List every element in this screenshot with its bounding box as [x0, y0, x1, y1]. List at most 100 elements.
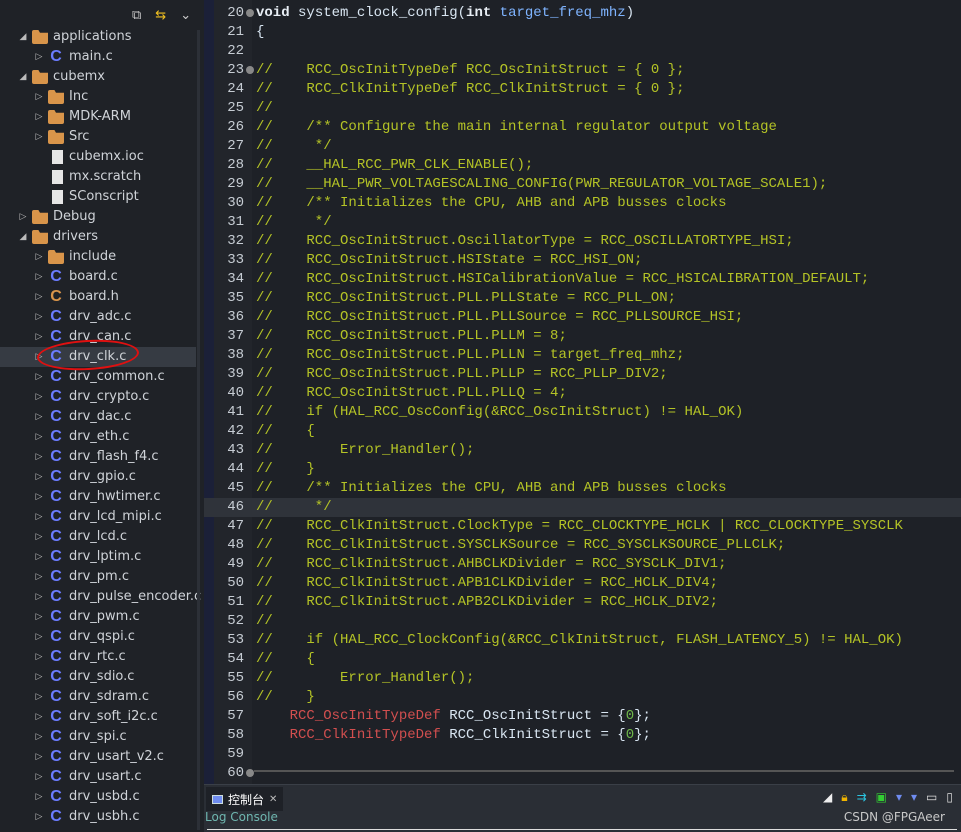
tree-item[interactable]: SConscript: [0, 187, 196, 207]
tree-item[interactable]: ▷ Cdrv_dac.c: [0, 407, 196, 427]
tree-item[interactable]: ▷ Src: [0, 127, 196, 147]
code-line[interactable]: 30 // /** Initializes the CPU, AHB and AP…: [204, 194, 961, 213]
code-line[interactable]: 40 // RCC_OscInitStruct.PLL.PLLQ = 4;: [204, 384, 961, 403]
code-line[interactable]: 36 // RCC_OscInitStruct.PLL.PLLSource = R…: [204, 308, 961, 327]
tree-item[interactable]: ▷ Inc: [0, 87, 196, 107]
tree-item[interactable]: ◢ cubemx: [0, 67, 196, 87]
collapsed-arrow-icon[interactable]: ▷: [34, 307, 44, 327]
code-line[interactable]: 38 // RCC_OscInitStruct.PLL.PLLN = target…: [204, 346, 961, 365]
collapsed-arrow-icon[interactable]: ▷: [34, 627, 44, 647]
collapsed-arrow-icon[interactable]: ▷: [34, 387, 44, 407]
collapsed-arrow-icon[interactable]: ▷: [34, 767, 44, 787]
code-line[interactable]: 52 //: [204, 612, 961, 631]
code-line[interactable]: 27 // */: [204, 137, 961, 156]
horizontal-scrollbar[interactable]: [254, 770, 954, 772]
tree-item[interactable]: ▷ Cdrv_lcd.c: [0, 527, 196, 547]
code-line[interactable]: 20 void system_clock_config(int target_fr…: [204, 4, 961, 23]
code-line[interactable]: 58 RCC_ClkInitTypeDef RCC_ClkInitStruct …: [204, 726, 961, 745]
collapsed-arrow-icon[interactable]: ▷: [34, 87, 44, 107]
tree-item[interactable]: ▷ Cdrv_flash_f4.c: [0, 447, 196, 467]
display-console-icon[interactable]: ▾: [896, 790, 902, 805]
tree-item[interactable]: ▷ Cdrv_spi.c: [0, 727, 196, 747]
collapsed-arrow-icon[interactable]: ▷: [34, 607, 44, 627]
code-line[interactable]: 54 // {: [204, 650, 961, 669]
tree-item[interactable]: ▷ Cdrv_usbh.c: [0, 807, 196, 827]
tab-console[interactable]: 控制台 ✕: [206, 787, 284, 811]
tree-item[interactable]: ▷ Cdrv_lptim.c: [0, 547, 196, 567]
tree-item[interactable]: ▷ Cdrv_usbd.c: [0, 787, 196, 807]
code-line[interactable]: 31 // */: [204, 213, 961, 232]
code-line[interactable]: 48 // RCC_ClkInitStruct.SYSCLKSource = RC…: [204, 536, 961, 555]
collapsed-arrow-icon[interactable]: ▷: [34, 47, 44, 67]
collapsed-arrow-icon[interactable]: ▷: [34, 127, 44, 147]
tree-item[interactable]: ▷ Cdrv_pm.c: [0, 567, 196, 587]
expanded-arrow-icon[interactable]: ◢: [18, 67, 28, 87]
collapsed-arrow-icon[interactable]: ▷: [34, 507, 44, 527]
tree-item[interactable]: ▷ Cboard.c: [0, 267, 196, 287]
tree-item[interactable]: ▷ Cdrv_usart.c: [0, 767, 196, 787]
fold-toggle-icon[interactable]: [246, 9, 254, 17]
collapsed-arrow-icon[interactable]: ▷: [34, 747, 44, 767]
tree-item[interactable]: ▷ Cboard.h: [0, 287, 196, 307]
pin-console-icon[interactable]: ▣: [876, 790, 887, 805]
collapsed-arrow-icon[interactable]: ▷: [34, 587, 44, 607]
collapsed-arrow-icon[interactable]: ▷: [34, 527, 44, 547]
collapsed-arrow-icon[interactable]: ▷: [34, 467, 44, 487]
collapsed-arrow-icon[interactable]: ▷: [34, 667, 44, 687]
code-line[interactable]: 46 // */: [204, 498, 961, 517]
expanded-arrow-icon[interactable]: ◢: [18, 227, 28, 247]
sidebar-scrollbar[interactable]: [197, 30, 200, 830]
code-line[interactable]: 32 // RCC_OscInitStruct.OscillatorType = …: [204, 232, 961, 251]
code-line[interactable]: 21 {: [204, 23, 961, 42]
tree-item[interactable]: ▷ Cdrv_adc.c: [0, 307, 196, 327]
code-line[interactable]: 24 // RCC_ClkInitTypeDef RCC_ClkInitStruc…: [204, 80, 961, 99]
tree-item[interactable]: ▷ Cmain.c: [0, 47, 196, 67]
code-line[interactable]: 55 // Error_Handler();: [204, 669, 961, 688]
maximize-icon[interactable]: ▯: [946, 790, 953, 805]
code-line[interactable]: 53 // if (HAL_RCC_ClockConfig(&RCC_ClkIni…: [204, 631, 961, 650]
code-line[interactable]: 23 // RCC_OscInitTypeDef RCC_OscInitStruc…: [204, 61, 961, 80]
tree-item[interactable]: ▷ Cdrv_common.c: [0, 367, 196, 387]
collapsed-arrow-icon[interactable]: ▷: [34, 547, 44, 567]
fold-toggle-icon[interactable]: [246, 66, 254, 74]
collapsed-arrow-icon[interactable]: ▷: [18, 207, 28, 227]
code-line[interactable]: 60: [204, 764, 961, 783]
collapsed-arrow-icon[interactable]: ▷: [34, 787, 44, 807]
tree-item[interactable]: ▷ Cdrv_rtc.c: [0, 647, 196, 667]
collapsed-arrow-icon[interactable]: ▷: [34, 707, 44, 727]
code-line[interactable]: 59: [204, 745, 961, 764]
code-line[interactable]: 49 // RCC_ClkInitStruct.AHBCLKDivider = R…: [204, 555, 961, 574]
collapsed-arrow-icon[interactable]: ▷: [34, 247, 44, 267]
collapsed-arrow-icon[interactable]: ▷: [34, 687, 44, 707]
tree-item[interactable]: ▷ Cdrv_lcd_mipi.c: [0, 507, 196, 527]
collapsed-arrow-icon[interactable]: ▷: [34, 647, 44, 667]
tree-item[interactable]: ▷ Cdrv_sdio.c: [0, 667, 196, 687]
tree-item[interactable]: ▷ Cdrv_pwm.c: [0, 607, 196, 627]
code-line[interactable]: 57 RCC_OscInitTypeDef RCC_OscInitStruct …: [204, 707, 961, 726]
view-menu-icon[interactable]: ⌄: [180, 8, 191, 23]
code-line[interactable]: 42 // {: [204, 422, 961, 441]
tree-item[interactable]: ▷ Cdrv_crypto.c: [0, 387, 196, 407]
word-wrap-icon[interactable]: ⇉: [857, 790, 867, 805]
collapsed-arrow-icon[interactable]: ▷: [34, 727, 44, 747]
tree-item[interactable]: ▷ Debug: [0, 207, 196, 227]
collapsed-arrow-icon[interactable]: ▷: [34, 267, 44, 287]
collapsed-arrow-icon[interactable]: ▷: [34, 287, 44, 307]
collapsed-arrow-icon[interactable]: ▷: [34, 447, 44, 467]
tree-item[interactable]: ▷ Cdrv_qspi.c: [0, 627, 196, 647]
code-line[interactable]: 25 //: [204, 99, 961, 118]
code-line[interactable]: 51 // RCC_ClkInitStruct.APB2CLKDivider = …: [204, 593, 961, 612]
tree-item[interactable]: mx.scratch: [0, 167, 196, 187]
tree-item[interactable]: ▷ Cdrv_soft_i2c.c: [0, 707, 196, 727]
tree-item[interactable]: cubemx.ioc: [0, 147, 196, 167]
new-console-icon[interactable]: ▾: [911, 790, 917, 805]
code-line[interactable]: 43 // Error_Handler();: [204, 441, 961, 460]
tree-item[interactable]: ▷ Cdrv_pulse_encoder.c: [0, 587, 202, 607]
code-line[interactable]: 22: [204, 42, 961, 61]
minimize-icon[interactable]: ▭: [926, 790, 937, 805]
code-line[interactable]: 41 // if (HAL_RCC_OscConfig(&RCC_OscInitS…: [204, 403, 961, 422]
code-line[interactable]: 28 // __HAL_RCC_PWR_CLK_ENABLE();: [204, 156, 961, 175]
code-line[interactable]: 44 // }: [204, 460, 961, 479]
code-line[interactable]: 26 // /** Configure the main internal reg…: [204, 118, 961, 137]
code-line[interactable]: 39 // RCC_OscInitStruct.PLL.PLLP = RCC_PL…: [204, 365, 961, 384]
